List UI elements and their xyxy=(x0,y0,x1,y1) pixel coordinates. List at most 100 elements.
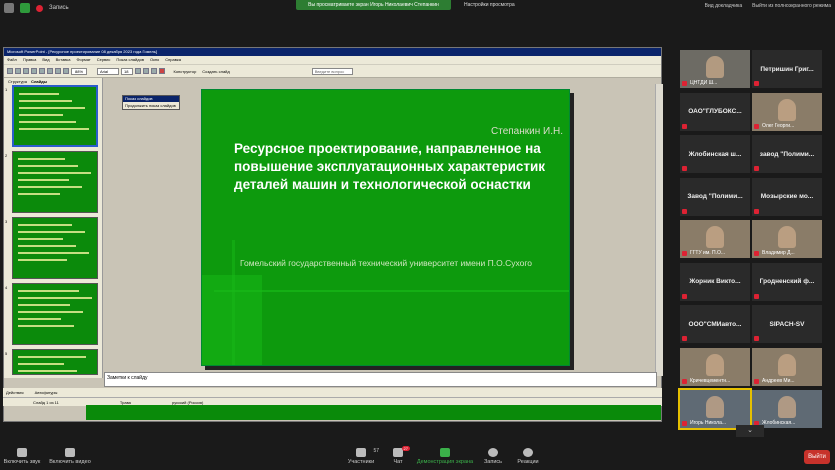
participant-video xyxy=(778,353,796,376)
menu-item[interactable]: Формат xyxy=(76,56,90,64)
slide-thumbnail[interactable] xyxy=(12,283,98,345)
menu-item[interactable]: Показ слайдов xyxy=(116,56,144,64)
participant-label: ОАО"ГЛУБОКС... xyxy=(688,108,742,115)
muted-mic-icon xyxy=(754,378,759,384)
participant-tile[interactable]: Гродненский ф... xyxy=(752,262,822,301)
thumbnail-text-line xyxy=(18,252,89,254)
thumbnail-text-line xyxy=(18,245,76,247)
autoshapes-menu[interactable]: Автофигуры xyxy=(35,390,58,395)
participant-tile[interactable]: Кричевцементн... xyxy=(680,347,750,386)
thumbnail-text-line xyxy=(18,297,92,299)
menu-item[interactable]: Справка xyxy=(165,56,181,64)
continue-slideshow-button[interactable]: Продолжить показ слайдов xyxy=(123,102,179,109)
view-options-button[interactable]: Настройки просмотра xyxy=(458,0,521,10)
muted-mic-icon xyxy=(754,336,759,341)
recording-label[interactable]: Запись xyxy=(49,5,69,11)
participant-label: завод "Полими... xyxy=(759,150,815,158)
thumbnail-text-line xyxy=(18,193,60,195)
slide-thumbnail[interactable] xyxy=(12,349,98,375)
people-icon xyxy=(356,448,366,457)
participant-tile[interactable]: завод "Полими... xyxy=(752,135,822,173)
tab-outline[interactable]: Структура xyxy=(8,78,27,85)
menu-item[interactable]: Сервис xyxy=(97,56,111,64)
menu-item[interactable]: Окно xyxy=(150,56,159,64)
participant-tile[interactable]: Игорь Никола... xyxy=(678,388,752,430)
slide-number: 3 xyxy=(5,219,8,224)
participant-video xyxy=(778,98,796,121)
participant-tile[interactable]: Петришин Григ... xyxy=(752,50,822,88)
thumbnail-text-line xyxy=(18,172,91,174)
slide-thumbnail[interactable] xyxy=(12,217,98,279)
speaker-view-button[interactable]: Вид докладчика xyxy=(705,3,742,9)
open-icon[interactable] xyxy=(15,68,21,74)
microphone-icon xyxy=(17,448,27,457)
thumbnail-text-line xyxy=(18,318,61,320)
main-slide[interactable]: Степанкин И.Н. Ресурсное проектирование,… xyxy=(201,89,570,366)
actions-menu[interactable]: Действия xyxy=(6,390,24,395)
help-search-input[interactable]: Введите вопрос xyxy=(311,67,354,75)
participant-label: Гродненский ф... xyxy=(759,278,815,285)
thumbnail-text-line xyxy=(18,304,70,306)
bold-icon[interactable] xyxy=(135,68,142,74)
muted-mic-icon xyxy=(682,421,687,426)
italic-icon[interactable] xyxy=(143,68,150,74)
participant-tile[interactable]: ОАО"ГЛУБОКС... xyxy=(680,92,750,131)
cut-icon[interactable] xyxy=(39,68,45,74)
menu-item[interactable]: Файл xyxy=(7,56,17,64)
notes-input[interactable]: Заметки к слайду xyxy=(104,372,657,387)
menu-item[interactable]: Вставка xyxy=(56,56,71,64)
undo-icon[interactable] xyxy=(63,68,69,74)
start-video-button[interactable]: Включить видео xyxy=(40,448,100,465)
participant-tile[interactable]: Жлобинская ш... xyxy=(680,135,750,173)
leave-button[interactable]: Выйти xyxy=(804,450,830,464)
ppt-toolbar: 88% Arial 18 Конструктор Создать слайд В… xyxy=(4,64,661,78)
participant-tile[interactable]: Андреев Ми... xyxy=(752,347,822,386)
slide-scrollbar[interactable] xyxy=(655,84,663,376)
slides-pane: Структура Слайды 1 2 3 4 5 xyxy=(4,78,103,378)
chevron-down-icon[interactable]: ⌄ xyxy=(736,425,764,437)
paste-icon[interactable] xyxy=(55,68,61,74)
menu-item[interactable]: Правка xyxy=(23,56,37,64)
participant-tile[interactable]: Мозырские мо... xyxy=(752,177,822,216)
zoom-select[interactable]: 88% xyxy=(71,67,88,75)
slide-thumbnail[interactable] xyxy=(12,85,98,147)
muted-mic-icon xyxy=(682,293,687,299)
participant-name: Кричевцементн... xyxy=(690,377,731,384)
design-button[interactable]: Конструктор xyxy=(173,69,196,74)
reactions-button[interactable]: Реакции xyxy=(498,448,558,465)
participant-tile[interactable]: Жорник Викто... xyxy=(680,262,750,301)
copy-icon[interactable] xyxy=(47,68,53,74)
font-size-select[interactable]: 18 xyxy=(121,67,134,75)
underline-icon[interactable] xyxy=(151,68,158,74)
participant-name: ЦНТДИ Ш... xyxy=(690,80,718,86)
print-icon[interactable] xyxy=(31,68,37,74)
menu-item[interactable]: Вид xyxy=(42,56,49,64)
participant-video xyxy=(706,396,724,418)
thumbnail-text-line xyxy=(19,107,85,109)
info-icon[interactable] xyxy=(4,3,14,13)
participant-tile[interactable]: Завод "Полими... xyxy=(680,177,750,216)
thumbnail-text-line xyxy=(19,114,63,116)
new-slide-button[interactable]: Создать слайд xyxy=(202,69,229,74)
shield-icon[interactable] xyxy=(20,3,30,13)
participant-tile[interactable]: Владимир Д... xyxy=(752,220,822,258)
participant-tile[interactable]: ГГТУ им. П.О... xyxy=(680,220,750,258)
new-icon[interactable] xyxy=(7,68,13,74)
participant-tile[interactable]: SIPACH-SV xyxy=(752,305,822,343)
participant-tile[interactable]: Жлобинская... xyxy=(752,390,822,428)
save-icon[interactable] xyxy=(23,68,29,74)
exit-fullscreen-button[interactable]: Выйти из полноэкранного режима xyxy=(752,3,831,9)
participant-tile[interactable]: ООО"СМИавто... xyxy=(680,305,750,343)
participant-tile[interactable]: Олег Георги... xyxy=(752,92,822,131)
slideshow-floating-toolbar[interactable]: Показ слайдов Продолжить показ слайдов xyxy=(122,95,180,110)
participant-label: Завод "Полими... xyxy=(687,193,743,200)
font-select[interactable]: Arial xyxy=(97,67,120,75)
participant-tile[interactable]: ЦНТДИ Ш... xyxy=(680,50,750,88)
tab-slides[interactable]: Слайды xyxy=(31,78,47,85)
muted-mic-icon xyxy=(754,166,759,171)
thumbnail-text-line xyxy=(18,325,74,327)
slide-thumbnail[interactable] xyxy=(12,151,98,213)
participant-label: Жлобинская ш... xyxy=(688,150,742,158)
font-color-icon[interactable] xyxy=(159,68,166,74)
thumbnail-text-line xyxy=(18,224,72,226)
